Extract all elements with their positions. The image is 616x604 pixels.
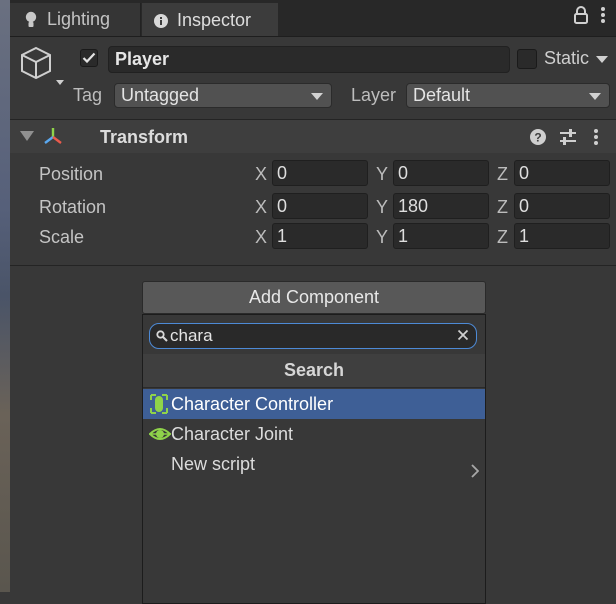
transform-title: Transform — [100, 127, 189, 147]
tab-tools — [574, 5, 606, 29]
tag-value: Untagged — [121, 85, 200, 105]
character-controller-icon — [149, 393, 169, 415]
layer-label: Layer — [351, 85, 397, 105]
list-item-character-controller[interactable]: Character Controller — [143, 389, 485, 419]
position-z-field[interactable]: 0 — [514, 160, 610, 186]
position-y-field[interactable]: 0 — [393, 160, 489, 186]
svg-text:?: ? — [534, 131, 541, 145]
tag-label: Tag — [73, 85, 103, 105]
scale-z-field[interactable]: 1 — [514, 223, 610, 249]
rotation-x-label[interactable]: X — [255, 197, 267, 218]
transform-axes-icon — [42, 126, 64, 153]
list-item-new-script[interactable]: New script — [143, 449, 485, 479]
add-component-button[interactable]: Add Component — [142, 281, 486, 314]
add-component-popup: Search Character Controller — [142, 314, 486, 604]
lock-icon[interactable] — [574, 5, 588, 29]
static-label: Static — [544, 48, 590, 68]
foldout-arrow-icon[interactable] — [20, 131, 34, 141]
presets-sliders-icon[interactable] — [559, 128, 577, 151]
clear-search-icon[interactable] — [457, 328, 469, 346]
position-x-label[interactable]: X — [255, 164, 267, 185]
list-item-label: Character Controller — [171, 394, 334, 414]
list-item-label: New script — [171, 454, 256, 474]
object-name-input[interactable]: Player — [108, 46, 510, 73]
tab-lighting[interactable]: Lighting — [10, 3, 141, 36]
tab-inspector-label: Inspector — [177, 10, 252, 30]
position-label: Position — [39, 164, 104, 184]
info-icon — [154, 12, 168, 30]
tab-bar: Lighting Inspector — [10, 0, 616, 37]
static-checkbox[interactable] — [517, 49, 537, 69]
chevron-down-icon — [596, 56, 609, 63]
lightbulb-icon — [24, 11, 38, 29]
position-x-field[interactable]: 0 — [272, 160, 368, 186]
tab-inspector[interactable]: Inspector — [142, 3, 278, 36]
position-z-label[interactable]: Z — [497, 164, 508, 185]
static-dropdown[interactable]: Static — [544, 48, 609, 69]
scale-y-label[interactable]: Y — [376, 227, 388, 248]
rotation-label: Rotation — [39, 197, 107, 217]
scale-z-label[interactable]: Z — [497, 227, 508, 248]
search-results-header: Search — [143, 354, 485, 388]
chevron-down-icon — [311, 93, 323, 100]
layer-value: Default — [413, 85, 471, 105]
active-checkbox[interactable] — [80, 49, 98, 67]
rotation-x-field[interactable]: 0 — [272, 193, 368, 219]
inspector-panel: Lighting Inspector Player Static Tag Unt… — [10, 0, 616, 604]
position-y-label[interactable]: Y — [376, 164, 388, 185]
list-item-label: Character Joint — [171, 424, 294, 444]
rotation-z-field[interactable]: 0 — [514, 193, 610, 219]
scale-label: Scale — [39, 227, 85, 247]
tab-lighting-label: Lighting — [47, 9, 111, 29]
scale-x-field[interactable]: 1 — [272, 223, 368, 249]
search-icon — [156, 329, 168, 347]
component-menu-icon[interactable] — [593, 128, 599, 151]
divider — [10, 265, 616, 266]
scale-y-field[interactable]: 1 — [393, 223, 489, 249]
rotation-y-label[interactable]: Y — [376, 197, 388, 218]
more-menu-icon[interactable] — [600, 6, 606, 29]
gameobject-cube-icon[interactable] — [18, 44, 68, 88]
rotation-y-field[interactable]: 180 — [393, 193, 489, 219]
scene-view-edge — [0, 0, 10, 592]
component-search-box[interactable] — [149, 323, 477, 349]
rotation-z-label[interactable]: Z — [497, 197, 508, 218]
character-joint-icon — [148, 423, 172, 445]
component-search-input[interactable] — [170, 325, 450, 346]
tag-dropdown[interactable]: Untagged — [114, 83, 332, 108]
help-icon[interactable]: ? — [529, 128, 547, 151]
list-item-character-joint[interactable]: Character Joint — [143, 419, 485, 449]
chevron-right-icon — [471, 457, 480, 487]
scale-x-label[interactable]: X — [255, 227, 267, 248]
checkmark-icon — [82, 52, 96, 64]
layer-dropdown[interactable]: Default — [406, 83, 610, 108]
chevron-down-icon — [589, 93, 601, 100]
